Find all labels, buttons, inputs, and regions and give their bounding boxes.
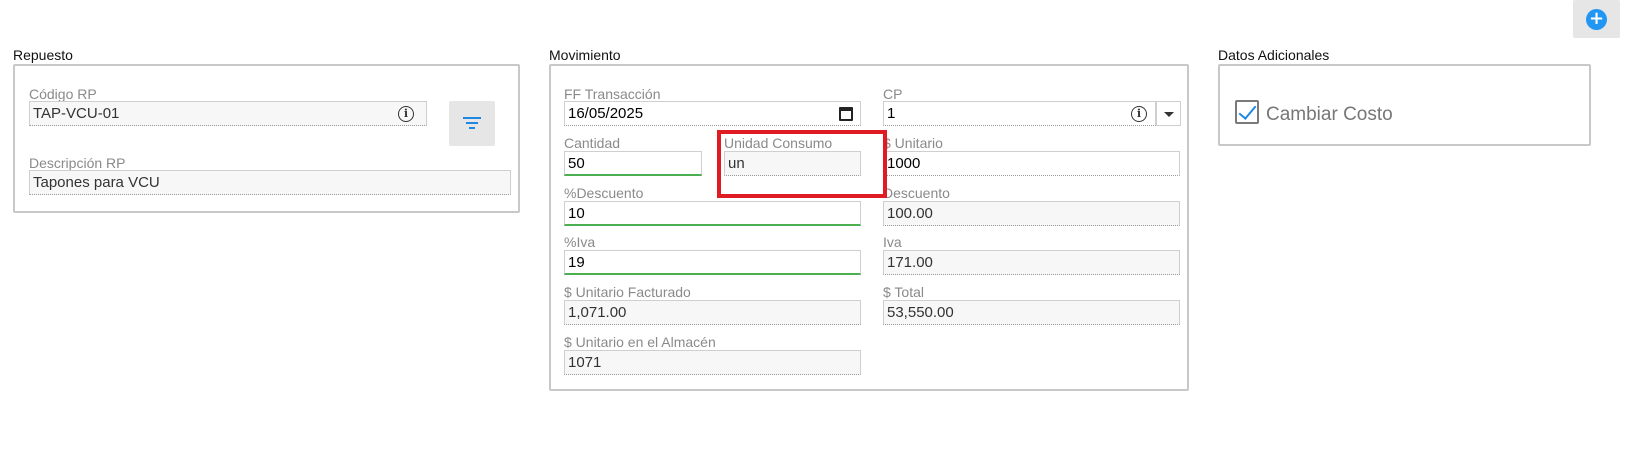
section-title-movimiento: Movimiento xyxy=(549,47,621,63)
filter-icon xyxy=(463,117,481,119)
ff-transaccion-field[interactable]: 16/05/2025 xyxy=(564,101,861,126)
pct-descuento-field[interactable]: 10 xyxy=(564,201,861,226)
section-title-datos-adicionales: Datos Adicionales xyxy=(1218,47,1330,63)
unitario-label: $ Unitario xyxy=(883,135,943,151)
cantidad-field[interactable]: 50 xyxy=(564,151,702,176)
pct-descuento-label: %Descuento xyxy=(564,185,644,201)
iva-field: 171.00 xyxy=(883,250,1180,275)
total-field: 53,550.00 xyxy=(883,300,1180,325)
codigo-rp-label: Código RP xyxy=(29,86,97,102)
unitario-almacen-label: $ Unitario en el Almacén xyxy=(564,334,716,350)
ff-transaccion-label: FF Transacción xyxy=(564,86,661,102)
descuento-label: Descuento xyxy=(883,185,950,201)
unitario-field[interactable]: 1000 xyxy=(883,151,1180,176)
cambiar-costo-checkbox[interactable] xyxy=(1235,100,1259,124)
filter-button[interactable] xyxy=(449,101,495,146)
descripcion-rp-field: Tapones para VCU xyxy=(29,170,511,195)
cp-field[interactable]: 1 xyxy=(883,101,1156,126)
iva-label: Iva xyxy=(883,234,902,250)
cp-label: CP xyxy=(883,86,903,102)
cantidad-label: Cantidad xyxy=(564,135,621,151)
add-button[interactable]: + xyxy=(1573,0,1620,38)
chevron-down-icon[interactable] xyxy=(1156,101,1181,126)
info-icon[interactable]: i xyxy=(1131,106,1147,122)
unitario-almacen-field: 1071 xyxy=(564,350,861,375)
codigo-rp-field[interactable]: TAP-VCU-01 xyxy=(29,101,427,126)
descripcion-rp-label: Descripción RP xyxy=(29,155,126,171)
total-label: $ Total xyxy=(883,284,924,300)
pct-iva-field[interactable]: 19 xyxy=(564,250,861,275)
calendar-icon[interactable] xyxy=(839,107,853,121)
cambiar-costo-label[interactable]: Cambiar Costo xyxy=(1266,104,1393,126)
descuento-field: 100.00 xyxy=(883,201,1180,226)
unidad-consumo-label: Unidad Consumo xyxy=(724,135,833,151)
section-title-repuesto: Repuesto xyxy=(13,47,73,63)
plus-circle-icon: + xyxy=(1586,8,1607,30)
unitario-facturado-label: $ Unitario Facturado xyxy=(564,284,691,300)
info-icon[interactable]: i xyxy=(398,106,414,122)
pct-iva-label: %Iva xyxy=(564,234,596,250)
unitario-facturado-field: 1,071.00 xyxy=(564,300,861,325)
unidad-consumo-field: un xyxy=(724,151,861,176)
